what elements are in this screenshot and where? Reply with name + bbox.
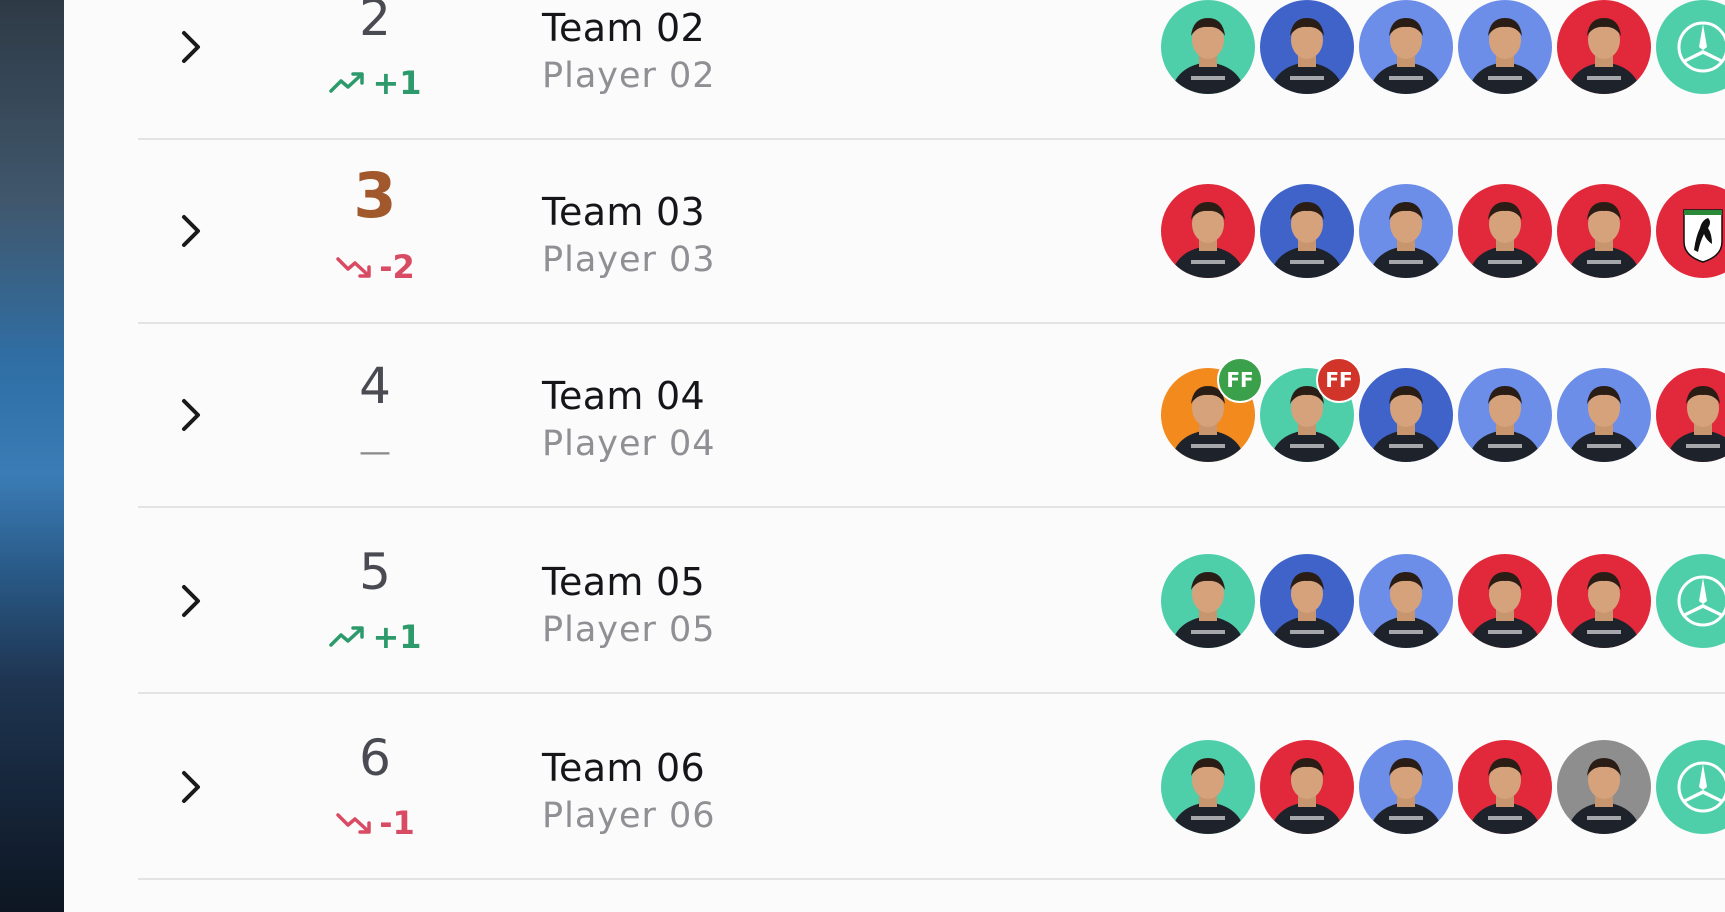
- driver-avatar[interactable]: [1458, 367, 1552, 462]
- driver-avatars: [1161, 138, 1725, 323]
- prancing-horse-icon[interactable]: [1656, 183, 1725, 278]
- rank-change: +1: [320, 64, 430, 102]
- driver-avatar[interactable]: [1359, 183, 1453, 278]
- team-name: Team 06: [542, 746, 705, 790]
- trend-up-icon: [329, 72, 365, 93]
- player-name: Player 02: [542, 56, 716, 96]
- rank-change: -2: [320, 248, 430, 286]
- driver-avatar[interactable]: [1458, 0, 1552, 94]
- chevron-right-icon[interactable]: [176, 27, 204, 67]
- trend-down-icon: [336, 813, 371, 834]
- rank-number: 2: [359, 0, 391, 47]
- standings-row[interactable]: 3 -2 Team 03 Player 03: [64, 138, 1725, 324]
- rank-change-value: —: [359, 432, 391, 470]
- standings-row[interactable]: 5 +1 Team 05 Player 05: [64, 508, 1725, 694]
- driver-avatar[interactable]: [1656, 367, 1725, 462]
- driver-avatar[interactable]: [1359, 739, 1453, 834]
- driver-avatar[interactable]: [1458, 553, 1552, 648]
- driver-avatar[interactable]: [1359, 0, 1453, 94]
- driver-avatar[interactable]: [1557, 183, 1651, 278]
- driver-avatar[interactable]: [1161, 183, 1255, 278]
- mercedes-star-icon[interactable]: [1656, 739, 1725, 834]
- driver-avatar[interactable]: [1557, 739, 1651, 834]
- driver-avatar[interactable]: [1161, 553, 1255, 648]
- team-name: Team 04: [542, 374, 705, 418]
- rank-change-value: +1: [372, 64, 422, 102]
- driver-avatar[interactable]: [1557, 553, 1651, 648]
- driver-avatar[interactable]: [1260, 739, 1354, 834]
- ff-badge: FF: [1316, 356, 1362, 403]
- player-name: Player 05: [542, 610, 716, 650]
- rank-change-value: -2: [379, 248, 415, 286]
- team-name: Team 05: [542, 560, 705, 604]
- chevron-right-icon[interactable]: [176, 767, 204, 807]
- driver-avatar[interactable]: [1260, 0, 1354, 94]
- driver-avatar[interactable]: [1260, 183, 1354, 278]
- chevron-right-icon[interactable]: [176, 581, 204, 621]
- driver-avatars: FF FF: [1161, 322, 1725, 507]
- trend-down-icon: [336, 257, 371, 278]
- standings-row[interactable]: 4 — Team 04 Player 04 FF FF: [64, 322, 1725, 508]
- player-name: Player 06: [542, 796, 716, 836]
- driver-avatars: [1161, 694, 1725, 879]
- rank-change: —: [320, 432, 430, 470]
- rank-change-value: -1: [379, 804, 415, 842]
- ff-badge: FF: [1217, 356, 1263, 403]
- standings-row[interactable]: 6 -1 Team 06 Player 06: [64, 694, 1725, 880]
- standings-row[interactable]: 2 +1 Team 02 Player 02: [64, 0, 1725, 140]
- driver-avatars: [1161, 508, 1725, 693]
- rank-number: 4: [359, 357, 391, 415]
- driver-avatar[interactable]: [1458, 739, 1552, 834]
- driver-avatar[interactable]: [1458, 183, 1552, 278]
- rank-change: -1: [320, 804, 430, 842]
- driver-avatar[interactable]: [1557, 0, 1651, 94]
- rank-change-value: +1: [372, 618, 422, 656]
- rank-change: +1: [320, 618, 430, 656]
- driver-avatar[interactable]: [1161, 0, 1255, 94]
- driver-avatar[interactable]: [1557, 367, 1651, 462]
- driver-avatar[interactable]: [1260, 553, 1354, 648]
- player-name: Player 03: [542, 240, 716, 280]
- team-name: Team 03: [542, 190, 705, 234]
- mercedes-star-icon[interactable]: [1656, 0, 1725, 94]
- driver-avatar[interactable]: [1359, 553, 1453, 648]
- rank-number: 5: [359, 543, 391, 601]
- team-name: Team 02: [542, 6, 705, 50]
- rank-number: 6: [359, 729, 391, 787]
- driver-avatar[interactable]: [1359, 367, 1453, 462]
- trend-up-icon: [329, 626, 365, 647]
- row-divider: [138, 878, 1725, 880]
- player-name: Player 04: [542, 424, 716, 464]
- standings-panel: 2 +1 Team 02 Player 02 3 -2 Team 03 Play…: [64, 0, 1725, 912]
- mercedes-star-icon[interactable]: [1656, 553, 1725, 648]
- background-image: [0, 0, 64, 912]
- chevron-right-icon[interactable]: [176, 211, 204, 251]
- rank-number: 3: [353, 159, 397, 232]
- driver-avatars: [1161, 0, 1725, 139]
- chevron-right-icon[interactable]: [176, 395, 204, 435]
- driver-avatar[interactable]: [1161, 739, 1255, 834]
